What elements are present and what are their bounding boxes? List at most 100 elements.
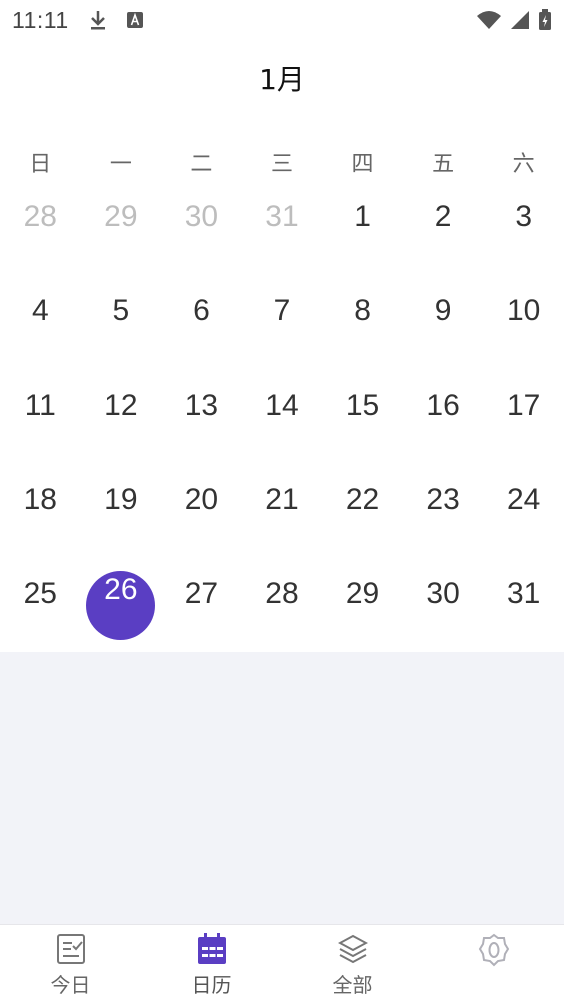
calendar-day-number: 11 <box>24 388 56 422</box>
calendar-day-number: 6 <box>193 294 210 328</box>
weekday-header: 日 一 二 三 四 五 六 <box>0 148 564 182</box>
nav-label: 全部 <box>332 973 373 997</box>
calendar-day[interactable]: 13 <box>161 369 242 463</box>
calendar-day[interactable]: 30 <box>403 557 484 651</box>
calendar-day[interactable]: 14 <box>242 369 323 463</box>
calendar-day[interactable]: 15 <box>322 369 403 463</box>
calendar-day[interactable]: 12 <box>81 369 162 463</box>
calendar-day[interactable]: 8 <box>322 274 403 368</box>
calendar-day-number: 15 <box>345 388 380 422</box>
calendar-day[interactable]: 6 <box>161 274 242 368</box>
calendar-day-number: 18 <box>23 482 57 516</box>
calendar-day[interactable]: 24 <box>483 463 564 557</box>
calendar-day-number: 30 <box>426 577 460 611</box>
calendar-day-number: 19 <box>104 482 138 516</box>
calendar-day-number: 3 <box>515 200 532 233</box>
calendar-day-number: 7 <box>273 294 291 328</box>
layers-icon <box>337 933 368 970</box>
calendar-day-number: 14 <box>265 388 299 422</box>
calendar-day-number: 17 <box>506 388 541 422</box>
calendar-day[interactable]: 19 <box>81 463 162 557</box>
calendar-day-number: 31 <box>506 577 541 611</box>
calendar-day[interactable]: 28 <box>0 180 81 274</box>
calendar-day-number: 12 <box>104 388 138 422</box>
signal-icon <box>510 10 530 30</box>
calendar-day-number: 10 <box>506 294 541 328</box>
calendar-day[interactable]: 20 <box>161 463 242 557</box>
calendar-day-number: 13 <box>184 388 219 422</box>
calendar-day-number: 28 <box>265 577 299 611</box>
text-a-icon <box>126 12 143 28</box>
calendar-day-number: 27 <box>184 577 219 611</box>
calendar-day[interactable]: 31 <box>483 557 564 651</box>
calendar-day-number: 26 <box>104 573 138 607</box>
weekday-label: 五 <box>432 152 455 177</box>
status-time: 11:11 <box>12 6 69 33</box>
calendar-day[interactable]: 28 <box>242 557 323 651</box>
calendar-day-number: 8 <box>354 294 371 328</box>
nav-item-today[interactable]: 今日 <box>0 925 141 1004</box>
calendar-day[interactable]: 30 <box>161 180 242 274</box>
calendar-day-number: 30 <box>184 200 219 233</box>
calendar-day-number: 2 <box>434 200 452 233</box>
weekday-label: 一 <box>109 152 132 177</box>
calendar-day[interactable]: 10 <box>483 274 564 368</box>
weekday-label: 二 <box>190 152 213 177</box>
calendar-day-number: 21 <box>265 482 299 516</box>
calendar-day-number: 9 <box>434 294 452 328</box>
calendar-day-number: 24 <box>506 482 541 516</box>
calendar-day-number: 23 <box>426 482 460 516</box>
calendar-day[interactable]: 25 <box>0 557 81 651</box>
calendar-day-number: 22 <box>345 482 380 516</box>
month-title: 1月 <box>259 63 305 96</box>
bottom-nav: 今日 日历 全部 <box>0 924 564 1004</box>
status-bar: 11:11 <box>0 0 564 40</box>
nav-label: 日历 <box>191 973 232 997</box>
calendar-day[interactable]: 21 <box>242 463 323 557</box>
calendar-day-number: 20 <box>184 482 219 516</box>
calendar-day[interactable]: 7 <box>242 274 323 368</box>
calendar-day-number: 25 <box>23 577 57 611</box>
calendar-day[interactable]: 23 <box>403 463 484 557</box>
calendar-day[interactable]: 17 <box>483 369 564 463</box>
calendar-day[interactable]: 16 <box>403 369 484 463</box>
calendar-day[interactable]: 9 <box>403 274 484 368</box>
calendar-day-number: 16 <box>426 388 460 422</box>
calendar-day-number: 29 <box>104 200 138 233</box>
calendar-day-selected[interactable]: 26 <box>81 557 162 651</box>
calendar-day[interactable]: 31 <box>242 180 323 274</box>
day-content-area <box>0 652 564 924</box>
calendar-day[interactable]: 18 <box>0 463 81 557</box>
nav-item-all[interactable]: 全部 <box>282 925 423 1004</box>
calendar-day-number: 31 <box>265 200 299 233</box>
checklist-icon <box>56 933 86 970</box>
calendar-day[interactable]: 22 <box>322 463 403 557</box>
calendar-day[interactable]: 5 <box>81 274 162 368</box>
calendar-day[interactable]: 29 <box>322 557 403 651</box>
calendar-day[interactable]: 1 <box>322 180 403 274</box>
calendar-day[interactable]: 27 <box>161 557 242 651</box>
calendar-day-number: 1 <box>354 200 371 233</box>
nav-item-calendar[interactable]: 日历 <box>141 925 282 1004</box>
calendar-day-number: 5 <box>112 294 130 328</box>
calendar-day[interactable]: 3 <box>483 180 564 274</box>
badge-icon <box>478 933 510 972</box>
weekday-label: 六 <box>512 152 535 177</box>
nav-item-profile[interactable] <box>423 925 564 1004</box>
weekday-label: 四 <box>351 152 374 177</box>
calendar-day[interactable]: 29 <box>81 180 162 274</box>
battery-icon <box>538 9 552 31</box>
calendar-grid: 28 29 30 31 1 2 3 4 5 6 7 8 9 10 11 12 13 14 15 16 17 18 19 20 2… <box>0 180 564 651</box>
calendar-day-number: 28 <box>23 200 57 233</box>
nav-label: 今日 <box>50 973 91 997</box>
download-icon <box>89 9 107 31</box>
calendar-day[interactable]: 4 <box>0 274 81 368</box>
weekday-label: 日 <box>29 152 52 177</box>
calendar-day[interactable]: 11 <box>0 369 81 463</box>
calendar-day[interactable]: 2 <box>403 180 484 274</box>
calendar-day-number: 4 <box>31 294 49 328</box>
weekday-label: 三 <box>270 152 293 177</box>
calendar-icon <box>197 933 227 970</box>
calendar-day-number: 29 <box>345 577 380 611</box>
wifi-icon <box>476 10 502 30</box>
